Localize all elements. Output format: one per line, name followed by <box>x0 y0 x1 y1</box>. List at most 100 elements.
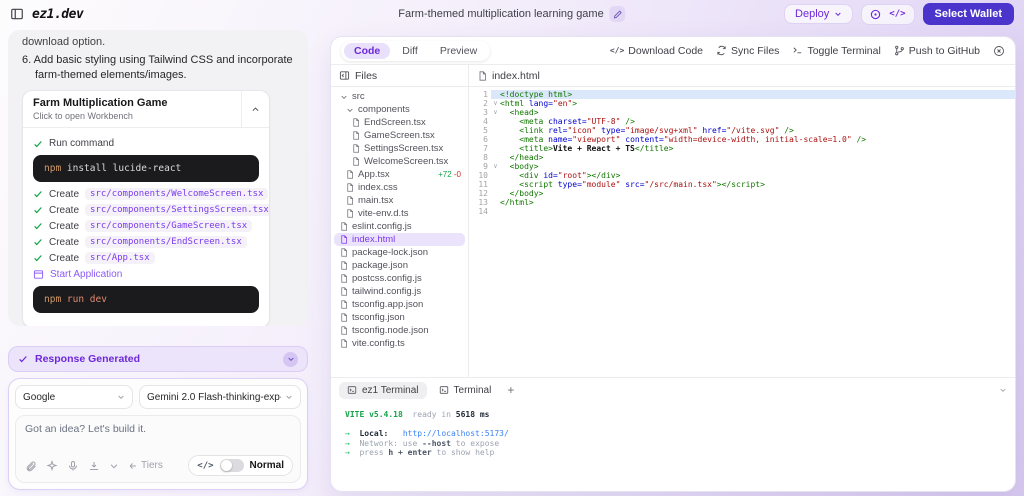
file-tree-item-main.tsx[interactable]: main.tsx <box>334 194 465 207</box>
file-tree-item-tsconfig.json[interactable]: tsconfig.json <box>334 311 465 324</box>
close-workbench-button[interactable] <box>993 45 1005 57</box>
sync-icon <box>716 45 727 56</box>
tab-diff[interactable]: Diff <box>392 43 428 59</box>
file-path-chip[interactable]: src/components/GameScreen.tsx <box>85 220 252 232</box>
file-tree-item-WelcomeScreen.tsx[interactable]: WelcomeScreen.tsx <box>334 155 465 168</box>
response-generated-banner[interactable]: Response Generated <box>8 346 308 372</box>
create-file-row: Createsrc/components/SettingsScreen.tsx <box>33 204 259 216</box>
command-text: npm <box>44 294 61 305</box>
terminal-tab-ez1-terminal[interactable]: ez1 Terminal <box>339 382 427 399</box>
chevron-down-icon <box>285 393 293 401</box>
app-logo[interactable]: ez1.dev <box>32 7 83 22</box>
folder-item-components[interactable]: components <box>334 103 465 116</box>
terminal-line: VITE v5.4.18 ready in 5618 ms <box>345 410 1001 420</box>
toggle-terminal-button[interactable]: Toggle Terminal <box>792 45 880 57</box>
attach-icon[interactable] <box>25 460 37 472</box>
file-tree: srccomponentsEndScreen.tsxGameScreen.tsx… <box>331 87 468 377</box>
file-icon <box>352 131 360 140</box>
open-workbench-button[interactable]: Farm Multiplication Game Click to open W… <box>23 91 241 127</box>
files-panel: Files srccomponentsEndScreen.tsxGameScre… <box>331 65 469 377</box>
file-tree-item-eslint.config.js[interactable]: eslint.config.js <box>334 220 465 233</box>
tab-preview[interactable]: Preview <box>430 43 487 59</box>
deploy-button[interactable]: Deploy <box>784 4 853 24</box>
start-application-button[interactable]: Start Application <box>33 269 259 280</box>
microphone-icon[interactable] <box>67 460 79 472</box>
file-tree-item-tailwind.config.js[interactable]: tailwind.config.js <box>334 285 465 298</box>
code-text: </body> <box>500 189 543 198</box>
banner-chevron-button[interactable] <box>283 352 298 367</box>
file-icon <box>346 183 354 192</box>
code-text: <head> <box>500 108 539 117</box>
code-area[interactable]: 1<!doctype html>2∨<html lang="en">3∨ <he… <box>469 87 1015 377</box>
item-label: tsconfig.node.json <box>352 325 429 336</box>
line-number: 9 <box>469 162 491 171</box>
file-tree-item-SettingsScreen.tsx[interactable]: SettingsScreen.tsx <box>334 142 465 155</box>
mode-pill: </> Normal <box>188 455 293 476</box>
code-icon: </> <box>610 46 624 55</box>
code-line: 11 <script type="module" src="/src/main.… <box>469 180 1015 189</box>
chevron-down-icon <box>340 93 348 101</box>
select-wallet-button[interactable]: Select Wallet <box>923 3 1014 25</box>
file-tree-item-EndScreen.tsx[interactable]: EndScreen.tsx <box>334 116 465 129</box>
app-window-icon <box>33 269 44 280</box>
collapse-panel-icon[interactable] <box>339 70 350 81</box>
model-select[interactable]: Gemini 2.0 Flash-thinking-exp-01-21 <box>139 385 301 409</box>
file-tree-item-vite.config.ts[interactable]: vite.config.ts <box>334 337 465 350</box>
tiers-button[interactable]: Tiers <box>128 460 163 471</box>
import-icon[interactable] <box>88 460 100 472</box>
terminal-line: → Local: http://localhost:5173/ <box>345 429 1001 439</box>
terminal-collapse-icon[interactable] <box>999 386 1007 394</box>
file-icon <box>346 170 354 179</box>
file-tree-item-App.tsx[interactable]: App.tsx+72 -0 <box>334 168 465 181</box>
sidebar-toggle-icon[interactable] <box>10 7 24 21</box>
new-terminal-button[interactable]: + <box>503 384 518 396</box>
header-icon-group: </> <box>861 4 914 25</box>
file-path-chip[interactable]: src/components/EndScreen.tsx <box>85 236 247 248</box>
edit-title-button[interactable] <box>610 6 626 22</box>
git-branch-icon <box>894 45 905 56</box>
file-tree-item-package.json[interactable]: package.json <box>334 259 465 272</box>
create-file-row: Createsrc/components/GameScreen.tsx <box>33 220 259 232</box>
collapse-card-button[interactable] <box>241 91 269 127</box>
sync-files-button[interactable]: Sync Files <box>716 45 779 57</box>
fold-chevron-icon: ∨ <box>491 162 500 171</box>
check-icon <box>33 237 43 247</box>
item-label: tailwind.config.js <box>352 286 421 297</box>
file-tree-item-tsconfig.node.json[interactable]: tsconfig.node.json <box>334 324 465 337</box>
code-text: <!doctype html> <box>500 90 572 99</box>
chevron-down-icon[interactable] <box>109 461 119 471</box>
tab-code[interactable]: Code <box>344 43 390 59</box>
code-icon[interactable]: </> <box>889 9 905 19</box>
file-path-chip[interactable]: src/components/SettingsScreen.tsx <box>85 204 270 216</box>
download-code-button[interactable]: </>Download Code <box>610 45 703 57</box>
files-panel-title: Files <box>355 70 377 82</box>
folder-item-src[interactable]: src <box>334 90 465 103</box>
prompt-input[interactable] <box>25 423 291 457</box>
code-icon: </> <box>197 461 213 471</box>
file-tree-item-index.html[interactable]: index.html <box>334 233 465 246</box>
push-to-github-button[interactable]: Push to GitHub <box>894 45 980 57</box>
file-path-chip[interactable]: src/components/WelcomeScreen.tsx <box>85 188 268 200</box>
disc-icon[interactable] <box>870 9 881 20</box>
file-tree-item-index.css[interactable]: index.css <box>334 181 465 194</box>
file-path-chip[interactable]: src/App.tsx <box>85 252 155 264</box>
terminal-output[interactable]: VITE v5.4.18 ready in 5618 ms → Local: h… <box>331 402 1015 491</box>
file-tree-item-package-lock.json[interactable]: package-lock.json <box>334 246 465 259</box>
editor-tab[interactable]: index.html <box>469 65 1015 87</box>
file-tree-item-postcss.config.js[interactable]: postcss.config.js <box>334 272 465 285</box>
workbench-actions: </>Download Code Sync Files Toggle Termina… <box>610 45 1005 57</box>
check-icon <box>33 253 43 263</box>
code-line: 12 </body> <box>469 189 1015 198</box>
terminal-line <box>345 420 1001 430</box>
sparkle-icon[interactable] <box>46 460 58 472</box>
file-tree-item-tsconfig.app.json[interactable]: tsconfig.app.json <box>334 298 465 311</box>
mode-toggle[interactable] <box>220 459 244 472</box>
file-tree-item-vite-env.d.ts[interactable]: vite-env.d.ts <box>334 207 465 220</box>
chevron-down-icon <box>346 106 354 114</box>
terminal-tab-terminal[interactable]: Terminal <box>431 382 500 399</box>
item-label: GameScreen.tsx <box>364 130 435 141</box>
item-label: tsconfig.json <box>352 312 405 323</box>
item-label: eslint.config.js <box>352 221 412 232</box>
file-tree-item-GameScreen.tsx[interactable]: GameScreen.tsx <box>334 129 465 142</box>
provider-select[interactable]: Google <box>15 385 133 409</box>
